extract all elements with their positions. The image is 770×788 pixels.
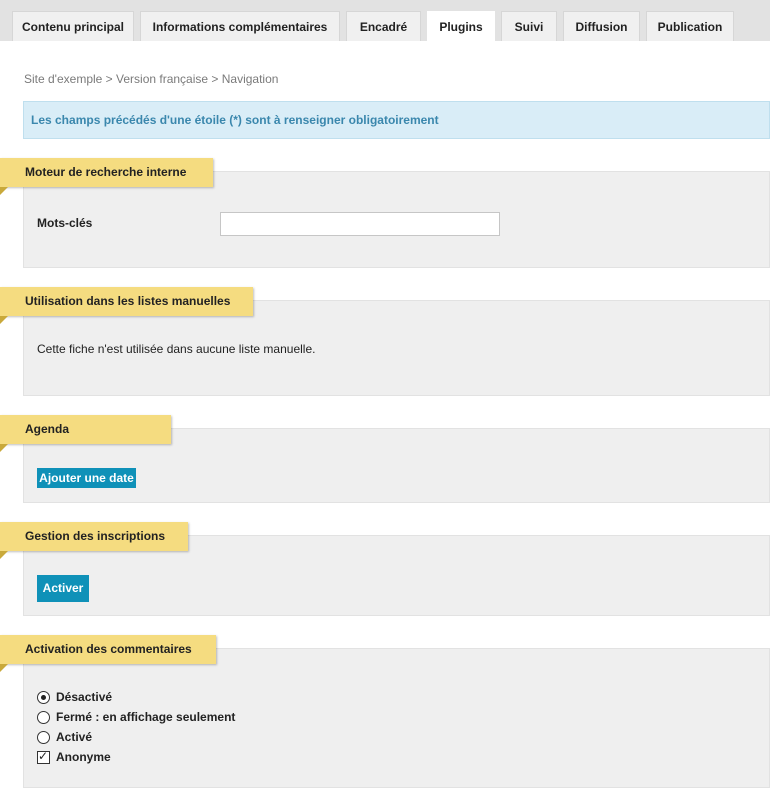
- comments-legend-text: Activation des commentaires: [25, 642, 192, 656]
- search-engine-legend-text: Moteur de recherche interne: [25, 165, 187, 179]
- checkmark-icon: ✓: [38, 749, 49, 763]
- radio-button[interactable]: [37, 731, 50, 744]
- tab-plugins[interactable]: Plugins: [427, 11, 495, 42]
- legend-fold: [0, 187, 8, 195]
- option-label: Fermé : en affichage seulement: [56, 710, 236, 724]
- manual-lists-legend: Utilisation dans les listes manuelles: [0, 287, 253, 324]
- legend-fold: [0, 444, 8, 452]
- search-engine-legend: Moteur de recherche interne: [0, 158, 213, 195]
- tab-publication[interactable]: Publication: [646, 11, 734, 41]
- legend-fold: [0, 316, 8, 324]
- manual-lists-legend-text: Utilisation dans les listes manuelles: [25, 294, 231, 308]
- tab-diffusion[interactable]: Diffusion: [563, 11, 640, 41]
- breadcrumb: Site d'exemple > Version française > Nav…: [24, 72, 279, 86]
- manual-lists-text: Cette fiche n'est utilisée dans aucune l…: [37, 342, 316, 356]
- checkbox-checked[interactable]: ✓: [37, 749, 50, 764]
- tab-informations-complementaires[interactable]: Informations complémentaires: [140, 11, 340, 41]
- keywords-input[interactable]: [220, 212, 500, 236]
- activate-button[interactable]: Activer: [37, 575, 89, 602]
- add-date-button[interactable]: Ajouter une date: [37, 468, 136, 488]
- option-label: Anonyme: [56, 750, 111, 764]
- tab-encadre[interactable]: Encadré: [346, 11, 421, 41]
- comments-legend: Activation des commentaires: [0, 635, 216, 672]
- tab-contenu-principal[interactable]: Contenu principal: [12, 11, 134, 41]
- option-label: Désactivé: [56, 690, 113, 704]
- registrations-legend: Gestion des inscriptions: [0, 522, 188, 559]
- keywords-label: Mots-clés: [37, 216, 93, 230]
- option-label: Activé: [56, 730, 93, 744]
- radio-button-selected[interactable]: [37, 691, 50, 704]
- required-fields-notice: Les champs précédés d'une étoile (*) son…: [23, 101, 770, 139]
- tab-suivi[interactable]: Suivi: [501, 11, 557, 41]
- radio-button[interactable]: [37, 711, 50, 724]
- registrations-legend-text: Gestion des inscriptions: [25, 529, 166, 543]
- agenda-legend: Agenda: [0, 415, 171, 452]
- agenda-legend-text: Agenda: [25, 422, 70, 436]
- legend-fold: [0, 551, 8, 559]
- tab-bar: Contenu principal Informations complémen…: [0, 0, 770, 42]
- legend-fold: [0, 664, 8, 672]
